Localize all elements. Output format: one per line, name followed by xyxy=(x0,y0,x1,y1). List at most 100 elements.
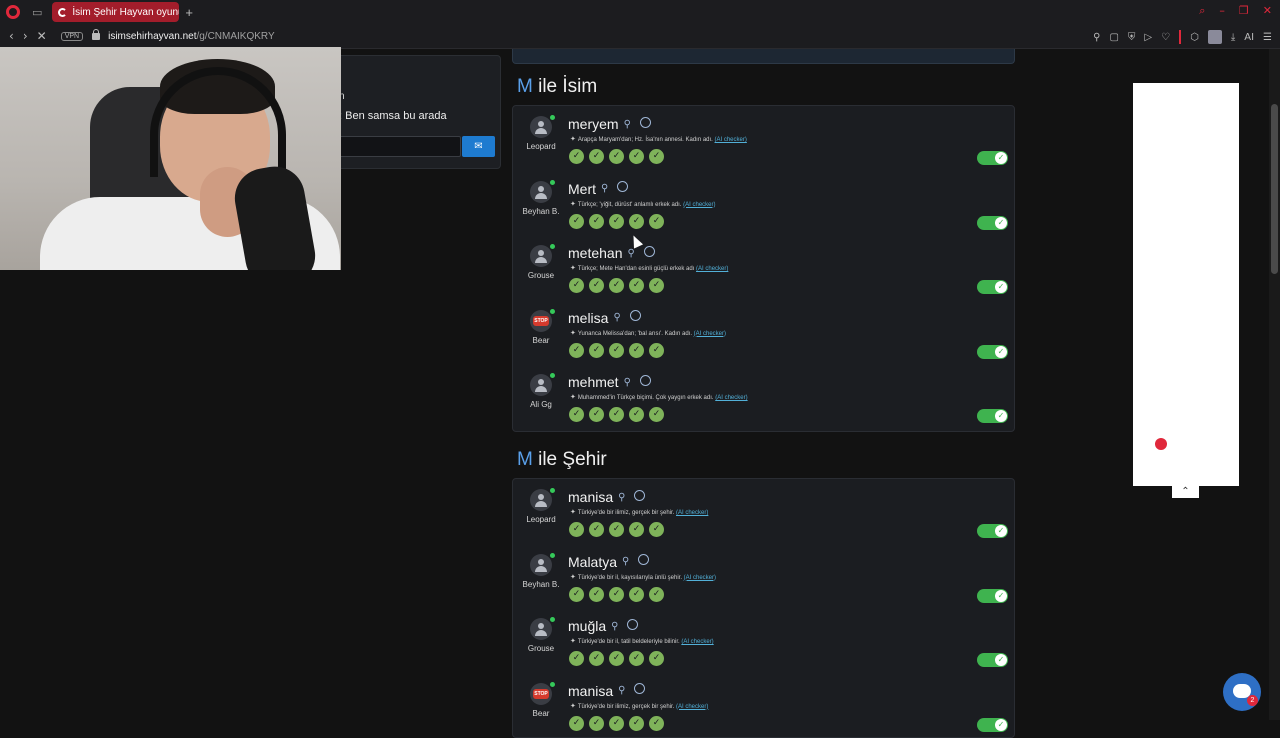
check-icon[interactable]: ✓ xyxy=(649,651,664,666)
search-icon[interactable]: ⚲ xyxy=(618,492,625,503)
check-icon[interactable]: ✓ xyxy=(589,213,604,229)
ad-collapse-button[interactable]: ⌃ xyxy=(1172,485,1199,498)
emoji-react-icon[interactable] xyxy=(627,618,639,630)
url-field[interactable]: isimsehirhayvan.net/g/CNMAIKQKRY xyxy=(108,31,275,42)
check-icon[interactable]: ✓ xyxy=(649,278,664,293)
ai-checker-link[interactable]: (AI checker) xyxy=(681,639,713,645)
scrollbar-thumb[interactable] xyxy=(1271,104,1278,274)
advertisement[interactable] xyxy=(1133,83,1239,486)
check-icon[interactable]: ✓ xyxy=(649,586,664,602)
chat-send-button[interactable]: ✉ xyxy=(462,136,495,157)
check-icon[interactable]: ✓ xyxy=(609,149,624,164)
check-icon[interactable]: ✓ xyxy=(649,715,664,731)
approve-toggle[interactable]: ✓ xyxy=(977,280,1008,294)
new-tab-button[interactable]: + xyxy=(185,5,193,20)
check-icon[interactable]: ✓ xyxy=(589,278,604,293)
check-icon[interactable]: ✓ xyxy=(589,149,604,164)
emoji-react-icon[interactable] xyxy=(634,489,646,501)
ai-checker-link[interactable]: (AI checker) xyxy=(694,331,726,337)
search-icon[interactable]: ⚲ xyxy=(627,248,634,259)
check-icon[interactable]: ✓ xyxy=(629,407,644,422)
check-icon[interactable]: ✓ xyxy=(569,715,584,731)
search-icon[interactable]: ⚲ xyxy=(624,377,631,388)
approve-toggle[interactable]: ✓ xyxy=(977,215,1008,230)
search-icon[interactable]: ⚲ xyxy=(601,183,608,194)
back-icon[interactable]: ‹ xyxy=(9,29,14,43)
check-icon[interactable]: ✓ xyxy=(569,278,584,293)
check-icon[interactable]: ✓ xyxy=(609,407,624,422)
check-icon[interactable]: ✓ xyxy=(629,213,644,229)
play-icon[interactable]: ▷ xyxy=(1144,32,1152,43)
check-icon[interactable]: ✓ xyxy=(609,651,624,666)
approve-toggle[interactable]: ✓ xyxy=(977,653,1008,667)
check-icon[interactable]: ✓ xyxy=(609,522,624,537)
emoji-react-icon[interactable] xyxy=(643,245,655,257)
ai-checker-link[interactable]: (AI checker) xyxy=(676,704,708,710)
emoji-react-icon[interactable] xyxy=(639,374,651,386)
check-icon[interactable]: ✓ xyxy=(569,342,584,358)
profile-avatar[interactable] xyxy=(1207,30,1222,44)
emoji-react-icon[interactable] xyxy=(634,683,646,694)
check-icon[interactable]: ✓ xyxy=(569,407,584,422)
check-icon[interactable]: ✓ xyxy=(649,522,664,537)
ai-checker-link[interactable]: (AI checker) xyxy=(684,575,716,581)
search-icon[interactable]: ⚲ xyxy=(624,119,631,130)
check-icon[interactable]: ✓ xyxy=(589,407,604,422)
search-icon[interactable]: ⚲ xyxy=(611,621,618,632)
check-icon[interactable]: ✓ xyxy=(569,651,584,666)
approve-toggle[interactable]: ✓ xyxy=(977,524,1008,538)
chat-input[interactable] xyxy=(333,136,461,157)
check-icon[interactable]: ✓ xyxy=(609,342,624,358)
check-icon[interactable]: ✓ xyxy=(589,715,604,731)
check-icon[interactable]: ✓ xyxy=(649,342,664,358)
check-icon[interactable]: ✓ xyxy=(609,586,624,602)
check-icon[interactable]: ✓ xyxy=(589,342,604,358)
check-icon[interactable]: ✓ xyxy=(629,651,644,666)
minimize-icon[interactable]: – xyxy=(1219,4,1225,18)
snapshot-icon[interactable]: ▢ xyxy=(1109,32,1118,43)
search-icon[interactable]: ⚲ xyxy=(622,556,629,567)
ai-checker-link[interactable]: (AI checker) xyxy=(715,395,747,401)
check-icon[interactable]: ✓ xyxy=(629,586,644,602)
aria-ai-button[interactable]: AI xyxy=(1244,32,1254,43)
emoji-react-icon[interactable] xyxy=(617,181,629,192)
search-icon[interactable]: ⚲ xyxy=(618,685,625,696)
check-icon[interactable]: ✓ xyxy=(649,213,664,229)
ai-checker-link[interactable]: (AI checker) xyxy=(676,510,708,516)
search-icon[interactable]: ⚲ xyxy=(613,312,620,323)
check-icon[interactable]: ✓ xyxy=(589,651,604,666)
shield-icon[interactable]: ⛨ xyxy=(1128,32,1136,43)
reload-icon[interactable]: ✕ xyxy=(37,29,47,43)
tab-active[interactable]: İsim Şehir Hayvan oyunun xyxy=(52,2,180,22)
close-icon[interactable]: ✕ xyxy=(1263,4,1272,18)
chat-bubble-button[interactable]: 2 xyxy=(1223,673,1261,711)
heart-icon[interactable]: ♡ xyxy=(1161,32,1170,43)
check-icon[interactable]: ✓ xyxy=(629,715,644,731)
check-icon[interactable]: ✓ xyxy=(629,278,644,293)
scrollbar[interactable] xyxy=(1269,49,1280,720)
maximize-icon[interactable]: ❐ xyxy=(1239,4,1249,18)
pin-icon[interactable]: ⚲ xyxy=(1093,32,1100,43)
check-icon[interactable]: ✓ xyxy=(609,213,624,229)
check-icon[interactable]: ✓ xyxy=(589,522,604,537)
emoji-react-icon[interactable] xyxy=(638,554,650,565)
approve-toggle[interactable]: ✓ xyxy=(977,588,1008,603)
check-icon[interactable]: ✓ xyxy=(629,149,644,164)
menu-icon[interactable]: ☰ xyxy=(1263,32,1272,43)
check-icon[interactable]: ✓ xyxy=(629,342,644,358)
download-icon[interactable]: ⤓ xyxy=(1231,32,1235,43)
approve-toggle[interactable]: ✓ xyxy=(977,409,1008,423)
check-icon[interactable]: ✓ xyxy=(629,522,644,537)
ai-checker-link[interactable]: (AI checker) xyxy=(696,266,728,272)
check-icon[interactable]: ✓ xyxy=(569,213,584,229)
check-icon[interactable]: ✓ xyxy=(589,586,604,602)
opera-logo-icon[interactable] xyxy=(6,5,20,19)
ai-checker-link[interactable]: (AI checker) xyxy=(683,202,715,208)
tab-menu-icon[interactable]: ▭ xyxy=(32,6,42,19)
check-icon[interactable]: ✓ xyxy=(609,715,624,731)
vpn-badge[interactable]: VPN xyxy=(60,31,84,41)
check-icon[interactable]: ✓ xyxy=(649,407,664,422)
check-icon[interactable]: ✓ xyxy=(649,149,664,164)
ai-checker-link[interactable]: (AI checker) xyxy=(715,137,747,143)
approve-toggle[interactable]: ✓ xyxy=(977,344,1008,359)
